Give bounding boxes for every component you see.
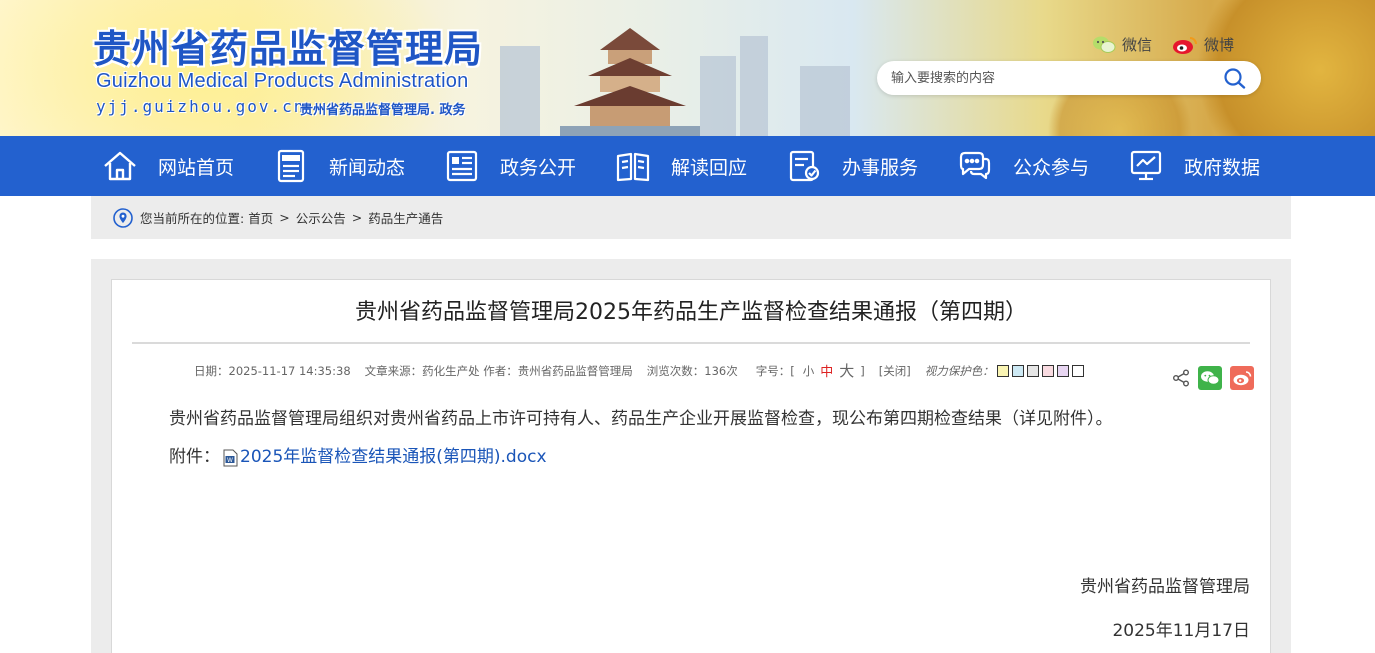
share-icon[interactable] (1172, 369, 1190, 387)
weibo-icon (1173, 36, 1197, 54)
breadcrumb-production-notices[interactable]: 药品生产通告 (368, 208, 443, 227)
nav-item-label: 政府数据 (1184, 156, 1261, 179)
nav-item-label: 新闻动态 (329, 156, 406, 179)
article-title: 贵州省药品监督管理局2025年药品生产监督检查结果通报（第四期） (355, 300, 1027, 325)
vision-color-yellow[interactable] (996, 364, 1009, 377)
share-weibo-button[interactable] (1230, 366, 1254, 390)
breadcrumb-separator: > (351, 210, 363, 225)
location-pin-icon (113, 207, 133, 228)
wechat-label: 微信 (1122, 36, 1153, 54)
font-size-large[interactable]: 大 (839, 360, 854, 381)
font-size-small[interactable]: 小 (803, 363, 815, 379)
breadcrumb-separator: > (279, 210, 290, 225)
site-url: yjj.guizhou.gov.cn (96, 97, 306, 116)
search-icon[interactable] (1223, 67, 1247, 89)
nav-item-label: 解读回应 (671, 156, 748, 179)
nav-item-label: 办事服务 (842, 156, 919, 179)
font-size-bracket: ] (860, 363, 865, 378)
vision-color-pink[interactable] (1041, 364, 1054, 377)
nav-item-interpretation[interactable]: 解读回应 (615, 136, 786, 196)
vision-color-gray[interactable] (1026, 364, 1039, 377)
site-tagline: 贵州省药品监督管理局. 政务 (300, 103, 466, 118)
chat-bubble-icon (959, 151, 991, 180)
attachment-label: 附件： (169, 447, 220, 467)
nav-items: 网站首页 新闻动态 政务公开 解读回应 办事服务 公众参与 政府数据 (102, 136, 1299, 196)
nav-item-label: 公众参与 (1013, 156, 1090, 179)
svg-text:W: W (227, 457, 233, 464)
open-book-icon (616, 152, 650, 182)
search-box (877, 61, 1261, 95)
article-source: 文章来源：药化生产处 作者：贵州省药品监督管理局 (364, 363, 633, 378)
font-size-label: 字号：[ (755, 363, 795, 378)
service-form-icon (789, 150, 820, 182)
nav-item-label: 网站首页 (158, 156, 235, 179)
banner-building (800, 66, 850, 136)
word-document-icon: W (223, 449, 238, 466)
weibo-label: 微博 (1204, 36, 1235, 54)
search-input[interactable] (891, 67, 1211, 89)
document-list-icon (446, 150, 478, 182)
close-page-link[interactable]: [关闭] (879, 363, 911, 379)
article-body-paragraph: 贵州省药品监督管理局组织对贵州省药品上市许可持有人、药品生产企业开展监督检查，现… (169, 409, 1113, 429)
nav-item-services[interactable]: 办事服务 (786, 136, 957, 196)
signature-date: 2025年11月17日 (1112, 621, 1250, 641)
vision-color-purple[interactable] (1056, 364, 1069, 377)
attachment-row: 附件： W 2025年监督检查结果通报(第四期).docx (169, 442, 547, 467)
wechat-link[interactable]: 微信 (1092, 34, 1152, 55)
nav-item-news[interactable]: 新闻动态 (273, 136, 444, 196)
site-logo-english: Guizhou Medical Products Administration (96, 70, 469, 92)
share-bar (1172, 366, 1254, 390)
nav-item-label: 政务公开 (500, 156, 577, 179)
nav-item-home[interactable]: 网站首页 (102, 136, 273, 196)
nav-item-gov-affairs[interactable]: 政务公开 (444, 136, 615, 196)
main-nav: 网站首页 新闻动态 政务公开 解读回应 办事服务 公众参与 政府数据 (0, 136, 1375, 196)
home-icon (104, 151, 136, 181)
weibo-link[interactable]: 微博 (1172, 34, 1234, 55)
article-meta: 日期：2025-11-17 14:35:38 文章来源：药化生产处 作者：贵州省… (194, 360, 1084, 381)
title-divider (132, 342, 1250, 344)
vision-protection-label: 视力保护色： (924, 363, 994, 378)
nav-item-gov-data[interactable]: 政府数据 (1128, 136, 1299, 196)
banner-building (740, 36, 768, 136)
nav-item-participation[interactable]: 公众参与 (957, 136, 1128, 196)
wechat-icon (1201, 371, 1220, 385)
signature-organization: 贵州省药品监督管理局 (1080, 577, 1250, 597)
weibo-icon (1233, 371, 1252, 386)
site-logo-title[interactable]: 贵州省药品监督管理局 (93, 18, 483, 73)
font-size-medium[interactable]: 中 (820, 361, 833, 380)
banner-building (700, 56, 736, 136)
share-wechat-button[interactable] (1198, 366, 1222, 390)
banner-building (500, 46, 540, 136)
pagoda-illustration (560, 28, 700, 136)
attachment-link[interactable]: 2025年监督检查结果通报(第四期).docx (240, 442, 547, 467)
breadcrumb: 您当前所在的位置: 首页 > 公示公告 > 药品生产通告 (91, 196, 1291, 239)
vision-color-blue[interactable] (1011, 364, 1024, 377)
article-date: 日期：2025-11-17 14:35:38 (194, 363, 351, 378)
article-views: 浏览次数：136次 (646, 363, 738, 378)
breadcrumb-home[interactable]: 首页 (248, 208, 273, 227)
article-card: 贵州省药品监督管理局2025年药品生产监督检查结果通报（第四期） 日期：2025… (111, 279, 1271, 653)
news-icon (277, 149, 305, 183)
header-banner: 贵州省药品监督管理局 Guizhou Medical Products Admi… (0, 0, 1375, 136)
vision-color-white[interactable] (1071, 364, 1084, 377)
breadcrumb-announcements[interactable]: 公示公告 (296, 208, 346, 227)
wechat-icon (1093, 36, 1116, 53)
breadcrumb-prefix: 您当前所在的位置: (140, 211, 245, 226)
data-monitor-icon (1130, 150, 1162, 181)
